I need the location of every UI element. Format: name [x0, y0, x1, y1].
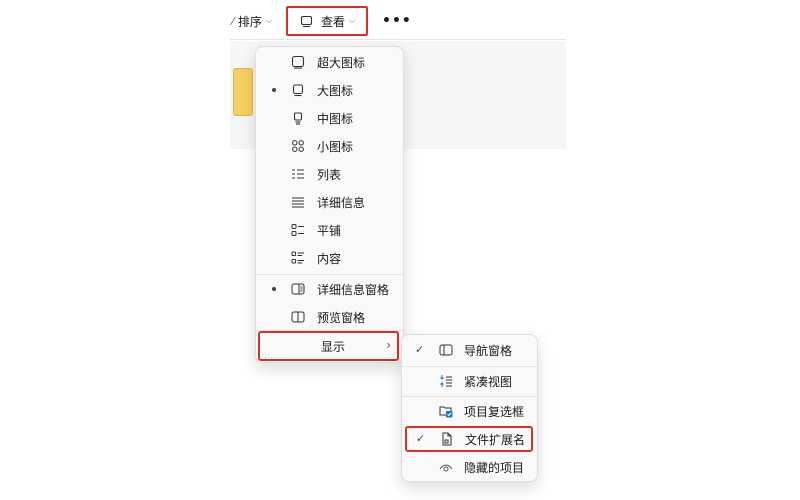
menu-item-large-icons[interactable]: 大图标 [256, 77, 403, 103]
menu-item-label: 导航窗格 [464, 344, 513, 358]
view-label: 查看 [321, 14, 346, 29]
menu-item-label: 文件扩展名 [465, 433, 526, 447]
checkmark-icon: ✓ [416, 432, 426, 445]
menu-item-navigation-pane[interactable]: ✓ 导航窗格 [402, 337, 537, 363]
item-checkboxes-icon [439, 404, 453, 418]
menu-item-small-icons[interactable]: 小图标 [256, 133, 403, 159]
extra-large-icons-icon [291, 55, 305, 69]
navigation-pane-icon [439, 343, 453, 357]
medium-icons-icon [291, 111, 305, 125]
menu-item-content[interactable]: 内容 [256, 245, 403, 271]
menu-item-label: 内容 [317, 252, 342, 266]
view-menu: 超大图标 大图标 中图标 小图标 列表 详细信息 平铺 内容 详细信息窗格 预览… [255, 46, 404, 363]
sort-label: 排序 [237, 14, 262, 29]
hidden-items-icon [439, 460, 453, 474]
menu-item-label: 小图标 [317, 140, 354, 154]
sort-button[interactable]: ⁄ 排序 ⌵ [232, 9, 272, 33]
menu-item-label: 详细信息窗格 [317, 283, 390, 297]
menu-item-preview-pane[interactable]: 预览窗格 [256, 304, 403, 330]
tiles-icon [291, 223, 305, 237]
view-button[interactable]: 查看 ⌵ [286, 6, 368, 36]
menu-item-label: 大图标 [317, 84, 354, 98]
menu-item-compact-view[interactable]: 紧凑视图 [402, 368, 537, 394]
show-submenu: ✓ 导航窗格 紧凑视图 项目复选框 ✓ 文件扩展名 隐藏的项目 [401, 334, 538, 482]
menu-item-details-pane[interactable]: 详细信息窗格 [256, 276, 403, 302]
menu-item-label: 平铺 [317, 224, 342, 238]
menu-item-label: 列表 [317, 168, 342, 182]
menu-item-label: 项目复选框 [464, 405, 525, 419]
preview-pane-icon [291, 310, 305, 324]
menu-item-label: 紧凑视图 [464, 375, 513, 389]
command-bar: ⁄ 排序 ⌵ 查看 ⌵ ••• [230, 0, 566, 40]
menu-item-details[interactable]: 详细信息 [256, 189, 403, 215]
menu-item-file-extensions[interactable]: ✓ 文件扩展名 [405, 426, 533, 452]
menu-item-hidden-items[interactable]: 隐藏的项目 [402, 454, 537, 480]
menu-item-label: 详细信息 [317, 196, 366, 210]
menu-item-label: 超大图标 [317, 56, 366, 70]
folder-icon[interactable] [233, 68, 253, 116]
menu-item-medium-icons[interactable]: 中图标 [256, 105, 403, 131]
menu-item-label: 显示 [321, 340, 346, 354]
more-options-button[interactable]: ••• [382, 9, 412, 33]
selected-bullet-icon [272, 88, 276, 92]
menu-item-label: 中图标 [317, 112, 354, 126]
menu-divider [402, 366, 537, 367]
menu-item-label: 隐藏的项目 [464, 461, 525, 475]
menu-item-label: 预览窗格 [317, 311, 366, 325]
sort-icon: ⁄ [232, 14, 234, 28]
chevron-down-icon: ⌵ [265, 16, 272, 25]
menu-divider [256, 274, 403, 275]
menu-item-extra-large-icons[interactable]: 超大图标 [256, 49, 403, 75]
menu-item-show[interactable]: 显示 › [258, 331, 399, 361]
large-icons-icon [291, 83, 305, 97]
compact-view-icon [439, 374, 453, 388]
chevron-down-icon: ⌵ [349, 16, 356, 25]
menu-item-tiles[interactable]: 平铺 [256, 217, 403, 243]
menu-divider [402, 396, 537, 397]
file-extension-icon [440, 432, 454, 446]
chevron-right-icon: › [386, 338, 391, 352]
screen: ⁄ 排序 ⌵ 查看 ⌵ ••• 超大图标 大图标 中图标 小图标 列表 详细信息… [0, 0, 800, 500]
checkmark-icon: ✓ [415, 343, 425, 356]
small-icons-icon [291, 139, 305, 153]
list-icon [291, 167, 305, 181]
details-icon [291, 195, 305, 209]
details-pane-icon [291, 282, 305, 296]
menu-item-item-checkboxes[interactable]: 项目复选框 [402, 398, 537, 424]
monitor-icon [300, 15, 313, 28]
content-icon [291, 251, 305, 265]
menu-item-list[interactable]: 列表 [256, 161, 403, 187]
selected-bullet-icon [272, 287, 276, 291]
